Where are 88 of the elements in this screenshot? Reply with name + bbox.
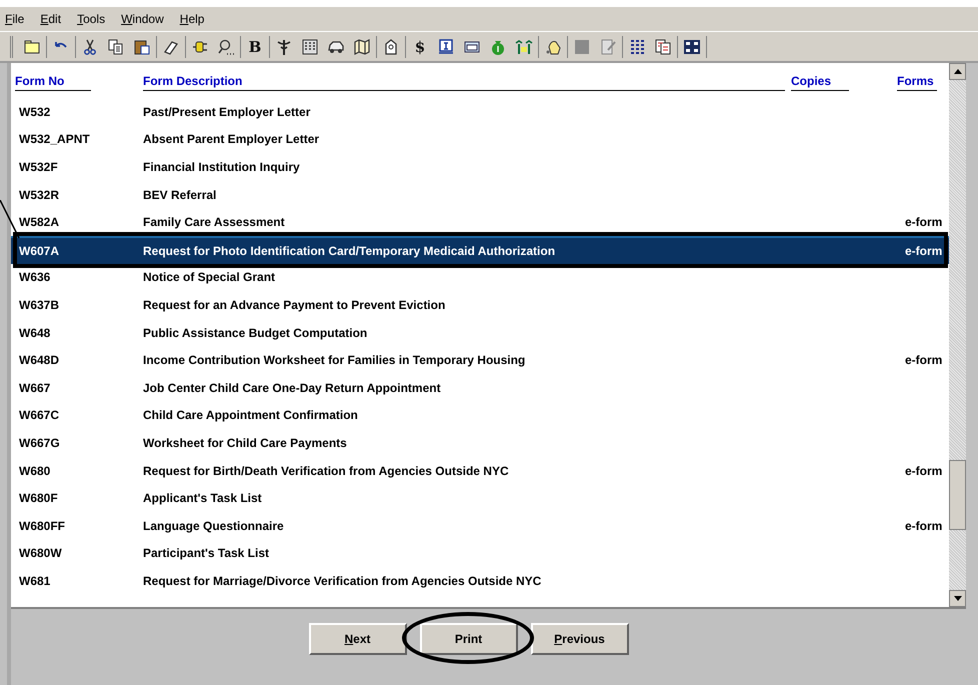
grid-icon[interactable] xyxy=(628,38,646,56)
scissors-icon[interactable] xyxy=(81,38,99,56)
building-icon[interactable] xyxy=(301,38,319,56)
column-header[interactable]: Form Description xyxy=(143,72,785,91)
table-cell-text: Financial Institution Inquiry xyxy=(143,158,301,176)
column-header[interactable]: Copies xyxy=(791,72,849,91)
table-row[interactable]: W636 Notice of Special Grant xyxy=(11,264,949,292)
table-cell-text: Request for Photo Identification Card/Temporary Medicaid Authorization xyxy=(143,242,556,260)
table-row[interactable]: W607A Request for Photo Identification Card/Temporary Medicaid Authorization e-form xyxy=(11,236,949,264)
table-cell-text: W532R xyxy=(19,186,60,204)
table-cell-text: W667G xyxy=(19,434,61,452)
table-cell-text: W667C xyxy=(19,407,60,424)
table-cell-text: W637B xyxy=(19,296,60,314)
folder-icon[interactable] xyxy=(23,38,41,56)
table-row[interactable]: W648D Income Contribution Worksheet for Families in Temporary Housing e-form xyxy=(11,346,949,374)
table-cell-text: W680 xyxy=(19,462,52,480)
monitor-icon[interactable] xyxy=(437,38,455,56)
table-cell-text: W582A xyxy=(19,214,60,232)
table-cell-text: Participant's Task List xyxy=(143,545,270,562)
table-cell-text: Public Assistance Budget Computation xyxy=(143,324,368,342)
table-cell-text: Applicant's Task List xyxy=(143,490,263,508)
menu-item[interactable]: Window xyxy=(121,10,164,28)
table-cell-text: Absent Parent Employer Letter xyxy=(143,131,320,148)
dialog-button[interactable]: Previous xyxy=(530,623,628,655)
toolbar-symbol[interactable]: $ xyxy=(411,38,429,56)
table-cell-text: Language Questionnaire xyxy=(143,518,285,535)
table-cell-text: e-form xyxy=(905,214,944,232)
table-row[interactable]: W667C Child Care Appointment Confirmation xyxy=(11,402,949,430)
table-cell-text: Income Contribution Worksheet for Families in Temporary Housing xyxy=(143,352,526,370)
table-row[interactable]: W680FF Language Questionnaire e-form xyxy=(11,512,949,540)
table-row[interactable]: W582A Family Care Assessment e-form xyxy=(11,208,949,236)
table-cell-text: W680FF xyxy=(19,518,66,535)
table-cell-text: e-form xyxy=(905,518,944,535)
table-cell-text: W680W xyxy=(19,545,63,562)
map-icon[interactable] xyxy=(353,38,371,56)
layout-icon[interactable] xyxy=(683,38,701,56)
table-cell-text: Request for Birth/Death Verification from Agencies Outside NYC xyxy=(143,462,510,480)
table-row[interactable]: W680W Participant's Task List xyxy=(11,540,949,568)
down-arrow-icon[interactable] xyxy=(954,596,962,601)
table-cell-text: Job Center Child Care One-Day Return Appointment xyxy=(143,380,442,397)
documents-icon[interactable] xyxy=(654,38,672,56)
table-cell-text: W681 xyxy=(19,572,52,590)
table-row[interactable]: W680 Request for Birth/Death Verification from Agencies Outside NYC e-form xyxy=(11,456,949,484)
table-row[interactable]: W532R BEV Referral xyxy=(11,180,949,208)
table-cell-text: e-form xyxy=(905,242,944,260)
table-cell-text: W532_APNT xyxy=(19,131,91,148)
column-header[interactable]: Form No xyxy=(15,72,91,91)
menu-item[interactable]: Edit xyxy=(40,10,62,28)
table-row[interactable]: W667 Job Center Child Care One-Day Return Appointment xyxy=(11,374,949,402)
copy-icon[interactable] xyxy=(107,38,125,56)
dialog-button[interactable]: Print xyxy=(420,623,518,655)
column-header[interactable]: Forms xyxy=(897,72,937,91)
table-cell-text: Worksheet for Child Care Payments xyxy=(143,434,348,452)
table-cell-text: W648D xyxy=(19,352,60,370)
table-cell-text: e-form xyxy=(905,352,944,370)
table-row[interactable]: W667G Worksheet for Child Care Payments xyxy=(11,429,949,457)
table-cell-text: W607A xyxy=(19,242,60,260)
table-cell-text: e-form xyxy=(905,462,944,480)
table-row[interactable]: W532F Financial Institution Inquiry xyxy=(11,153,949,181)
table-cell-text: W532 xyxy=(19,104,52,121)
toolbar-symbol[interactable]: B xyxy=(246,38,264,56)
search-icon[interactable] xyxy=(217,38,235,56)
table-cell-text: W648 xyxy=(19,324,52,342)
table-cell-text: W680F xyxy=(19,490,59,508)
table-row[interactable]: W680F Applicant's Task List xyxy=(11,484,949,512)
table-cell-text: W667 xyxy=(19,380,52,397)
menu-item[interactable]: Tools xyxy=(77,10,106,28)
table-cell-text: Child Care Appointment Confirmation xyxy=(143,407,359,424)
table-row[interactable]: W532 Past/Present Employer Letter xyxy=(11,98,949,126)
up-arrow-icon[interactable] xyxy=(954,69,962,74)
table-cell-text: Past/Present Employer Letter xyxy=(143,104,312,121)
table-cell-text: W532F xyxy=(19,158,59,176)
table-row[interactable]: W637B Request for an Advance Payment to Prevent Eviction xyxy=(11,291,949,319)
table-cell-text: Family Care Assessment xyxy=(143,214,286,232)
scroll-thumb[interactable] xyxy=(949,460,966,530)
table-row[interactable]: W648 Public Assistance Budget Computation xyxy=(11,318,949,346)
menu-item[interactable]: File xyxy=(5,10,24,28)
table-row[interactable]: W532_APNT Absent Parent Employer Letter xyxy=(11,126,949,154)
table-cell-text: Request for an Advance Payment to Prevent Eviction xyxy=(143,296,446,314)
table-cell-text: W636 xyxy=(19,269,52,286)
table-cell-text: Notice of Special Grant xyxy=(143,269,276,286)
clipboard-icon[interactable] xyxy=(133,38,151,56)
table-row[interactable]: W681 Request for Marriage/Divorce Verification from Agencies Outside NYC xyxy=(11,567,949,595)
menu-item[interactable]: Help xyxy=(180,10,204,28)
scrollbar[interactable] xyxy=(949,63,966,607)
table-cell-text: BEV Referral xyxy=(143,186,218,204)
dialog-button[interactable]: Next xyxy=(308,623,406,655)
table-cell-text: Request for Marriage/Divorce Verification from Agencies Outside NYC xyxy=(143,572,542,590)
